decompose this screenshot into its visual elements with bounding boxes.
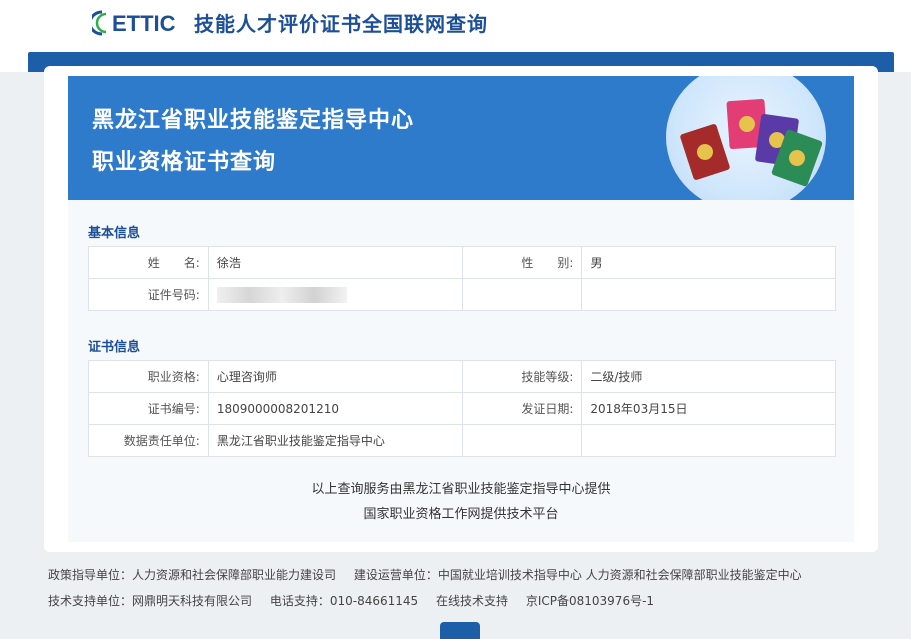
- site-title: 技能人才评价证书全国联网查询: [194, 12, 488, 36]
- basic-info-table: 姓 名: 徐浩 性 别: 男 证件号码:: [88, 246, 836, 311]
- footer-line-2: 技术支持单位：网鼎明天科技有限公司 电话支持：010-84661145 在线技术…: [48, 592, 668, 609]
- name-label: 姓 名:: [88, 246, 209, 279]
- table-row: 姓 名: 徐浩 性 别: 男: [88, 246, 836, 279]
- name-value: 徐浩: [207, 246, 463, 279]
- hero-query-title: 职业资格证书查询: [92, 150, 277, 175]
- operation-unit-text: 建设运营单位：中国就业培训技术指导中心 人力资源和社会保障部职业技能鉴定中心: [353, 568, 802, 582]
- platform-line: 国家职业资格工作网提供技术平台: [363, 507, 559, 522]
- empty-cell: [581, 424, 836, 457]
- footer-badge-icon: [440, 622, 480, 639]
- policy-guidance-text: 政策指导单位：人力资源和社会保障部职业能力建设司: [48, 568, 337, 582]
- hero-banner: 黑龙江省职业技能鉴定指导中心 职业资格证书查询: [68, 76, 854, 200]
- tech-support-text: 技术支持单位：网鼎明天科技有限公司: [48, 594, 253, 608]
- table-row: 证书编号: 1809000008201210 发证日期: 2018年03月15日: [88, 392, 836, 425]
- hero-org-title: 黑龙江省职业技能鉴定指导中心: [92, 108, 415, 133]
- cert-info-table: 职业资格: 心理咨询师 技能等级: 二级/技师 证书编号: 1809000008…: [88, 360, 836, 457]
- phone-support-text: 电话支持：010-84661145: [269, 594, 419, 608]
- cert-number-label: 证书编号:: [88, 392, 209, 425]
- gender-label: 性 别:: [461, 246, 583, 279]
- id-number-value: [207, 278, 463, 311]
- id-number-label: 证件号码:: [88, 278, 209, 311]
- basic-info-title: 基本信息: [88, 226, 141, 241]
- gender-value: 男: [581, 246, 836, 279]
- data-org-value: 黑龙江省职业技能鉴定指导中心: [207, 424, 463, 457]
- data-org-label: 数据责任单位:: [88, 424, 209, 457]
- logo-text: ETTIC: [112, 11, 176, 36]
- empty-cell: [461, 424, 583, 457]
- qualification-value: 心理咨询师: [207, 360, 463, 393]
- icp-link[interactable]: 京ICP备08103976号-1: [526, 594, 654, 608]
- cert-info-title: 证书信息: [88, 340, 141, 355]
- provider-line: 以上查询服务由黑龙江省职业技能鉴定指导中心提供: [311, 482, 611, 497]
- certificate-illustration: [666, 76, 826, 200]
- certificate-red-icon: [679, 123, 731, 181]
- ettic-logo-icon: ETTIC: [92, 10, 176, 36]
- online-support-link[interactable]: 在线技术支持: [436, 594, 508, 608]
- table-row: 数据责任单位: 黑龙江省职业技能鉴定指导中心: [88, 424, 836, 457]
- empty-cell: [461, 278, 583, 311]
- skill-level-label: 技能等级:: [461, 360, 583, 393]
- qualification-label: 职业资格:: [88, 360, 209, 393]
- top-header: ETTIC 技能人才评价证书全国联网查询: [0, 0, 911, 52]
- issue-date-label: 发证日期:: [461, 392, 583, 425]
- issue-date-value: 2018年03月15日: [581, 392, 836, 425]
- cert-number-value: 1809000008201210: [207, 392, 463, 425]
- empty-cell: [581, 278, 836, 311]
- site-logo[interactable]: ETTIC 技能人才评价证书全国联网查询: [92, 8, 488, 37]
- footer-line-1: 政策指导单位：人力资源和社会保障部职业能力建设司 建设运营单位：中国就业培训技术…: [48, 566, 816, 583]
- redacted-id-mask: [216, 286, 347, 303]
- table-row: 职业资格: 心理咨询师 技能等级: 二级/技师: [88, 360, 836, 393]
- table-row: 证件号码:: [88, 278, 836, 311]
- skill-level-value: 二级/技师: [581, 360, 836, 393]
